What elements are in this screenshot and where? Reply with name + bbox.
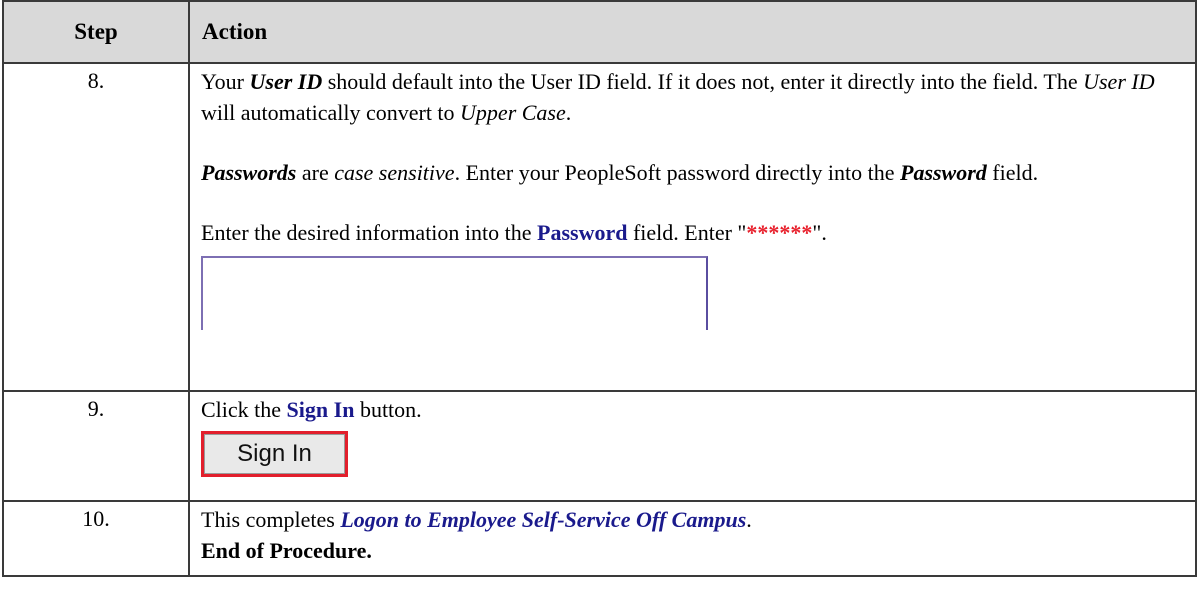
step-number: 8. <box>2 62 190 392</box>
end-of-procedure: End of Procedure. <box>201 538 372 563</box>
instruction-paragraph: Your User ID should default into the Use… <box>201 69 1155 125</box>
step-number: 9. <box>2 390 190 502</box>
procedure-table: Step Action 8. Your User ID should defau… <box>2 0 1197 577</box>
instruction-paragraph: Click the Sign In button. <box>201 397 422 422</box>
action-column-header: Action <box>188 0 1197 64</box>
password-field-screenshot <box>201 256 708 330</box>
step-action: This completes Logon to Employee Self-Se… <box>188 500 1197 577</box>
table-row: 10. This completes Logon to Employee Sel… <box>2 500 1197 577</box>
instruction-paragraph: This completes Logon to Employee Self-Se… <box>201 507 752 532</box>
step-number: 10. <box>2 500 190 577</box>
step-action: Your User ID should default into the Use… <box>188 62 1197 392</box>
sign-in-button-label: Sign In <box>204 434 345 474</box>
instruction-paragraph: Passwords are case sensitive. Enter your… <box>201 160 1039 185</box>
instruction-paragraph: Enter the desired information into the P… <box>201 220 827 245</box>
table-header-row: Step Action <box>2 0 1197 64</box>
table-row: 8. Your User ID should default into the … <box>2 62 1197 392</box>
step-action: Click the Sign In button. Sign In <box>188 390 1197 502</box>
table-row: 9. Click the Sign In button. Sign In <box>2 390 1197 502</box>
sign-in-button-screenshot: Sign In <box>201 431 348 477</box>
step-column-header: Step <box>2 0 190 64</box>
